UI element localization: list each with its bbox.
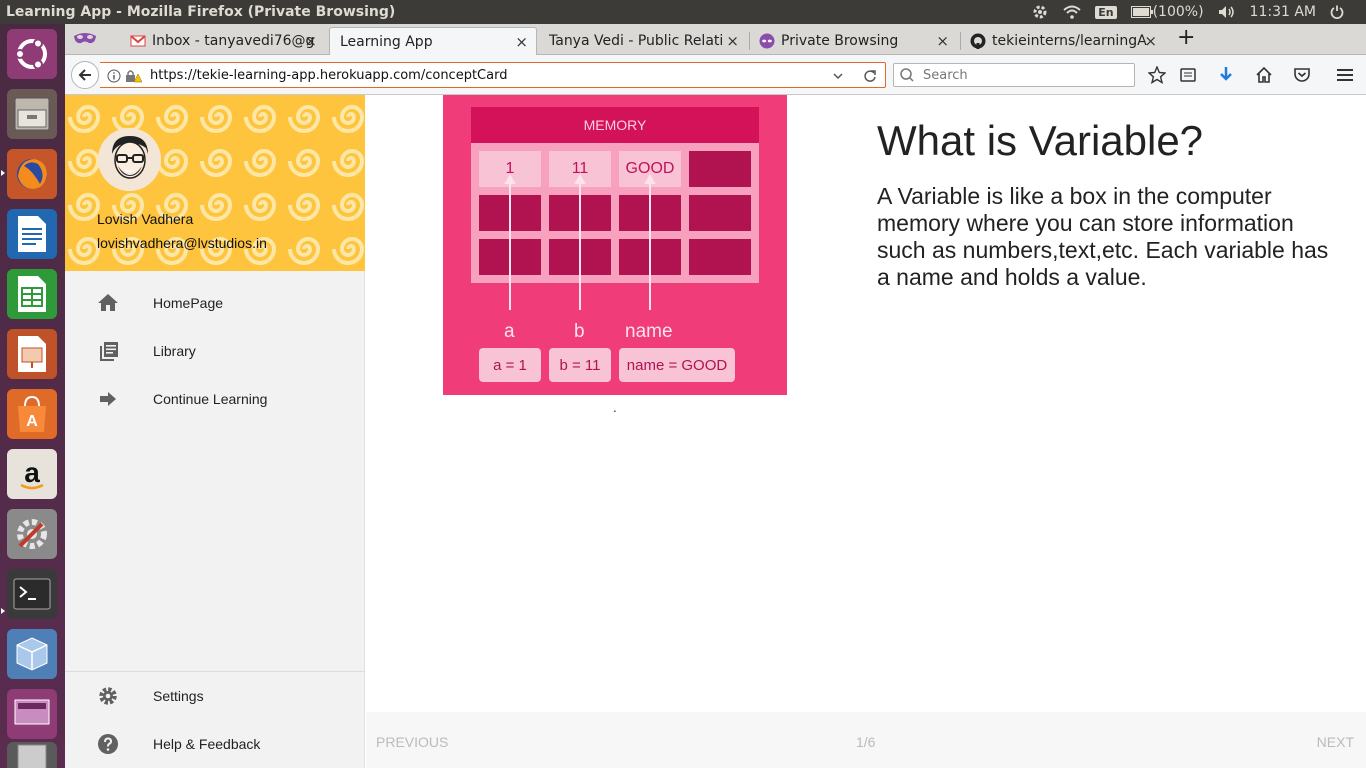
files-icon[interactable] — [7, 89, 57, 139]
reload-icon[interactable] — [863, 68, 877, 87]
firefox-icon[interactable] — [7, 149, 57, 199]
download-icon[interactable] — [1217, 66, 1235, 88]
software-center-icon[interactable]: A — [7, 389, 57, 439]
chevron-down-icon[interactable] — [831, 68, 845, 87]
tab-inbox[interactable]: Inbox - tanyavedi76@g × — [120, 27, 325, 55]
insecure-lock-icon[interactable] — [124, 68, 143, 87]
search-icon — [900, 68, 914, 82]
settings-tray-icon[interactable] — [1031, 3, 1049, 21]
system-settings-icon[interactable] — [7, 509, 57, 559]
user-email: lovishvadhera@lvstudios.in — [97, 235, 267, 251]
battery-indicator[interactable]: (100%) — [1130, 4, 1204, 20]
back-arrow-icon — [78, 69, 91, 81]
info-icon[interactable] — [107, 68, 121, 87]
next-button[interactable]: NEXT — [1317, 734, 1354, 750]
library-icon — [98, 341, 118, 365]
writer-icon[interactable] — [7, 209, 57, 259]
tab-close-button[interactable]: × — [515, 33, 528, 51]
assignment-chip-b: b = 11 — [549, 348, 611, 382]
private-mask-icon — [759, 33, 775, 49]
page-indicator: 1/6 — [856, 734, 876, 750]
clock[interactable]: 11:31 AM — [1250, 4, 1316, 20]
home-button-icon[interactable] — [1255, 66, 1273, 88]
drawer-header: Lovish Vadhera lovishvadhera@lvstudios.i… — [65, 95, 365, 271]
arrow-right-icon — [98, 389, 118, 413]
reading-list-icon[interactable] — [1179, 66, 1197, 88]
search-box[interactable]: Search — [893, 63, 1135, 87]
svg-text:A: A — [26, 413, 38, 430]
pocket-icon[interactable] — [1293, 66, 1311, 88]
battery-percent: (100%) — [1152, 4, 1204, 20]
top-panel: Learning App - Mozilla Firefox (Private … — [0, 0, 1366, 24]
learning-app: Lovish Vadhera lovishvadhera@lvstudios.i… — [65, 95, 1366, 768]
previous-button[interactable]: PREVIOUS — [376, 734, 448, 750]
keyboard-layout-indicator[interactable]: En — [1095, 5, 1117, 19]
user-name: Lovish Vadhera — [97, 211, 194, 227]
window-title: Learning App - Mozilla Firefox (Private … — [6, 4, 396, 20]
wifi-icon[interactable] — [1063, 5, 1081, 19]
menu-item-help-feedback[interactable]: Help & Feedback — [65, 720, 365, 768]
variable-name-b: b — [574, 321, 585, 342]
tab-close-button[interactable]: × — [1144, 32, 1157, 50]
assignment-chip-name: name = GOOD — [619, 348, 735, 382]
tab-github[interactable]: tekieinterns/learningA × — [960, 27, 1165, 55]
new-tab-button[interactable]: + — [1177, 25, 1195, 50]
variable-name-a: a — [504, 321, 515, 342]
private-browsing-icon — [73, 30, 97, 50]
battery-icon — [1130, 6, 1153, 18]
menu-item-settings[interactable]: Settings — [65, 672, 365, 720]
concept-description: A Variable is like a box in the computer… — [877, 183, 1329, 290]
url-bar[interactable]: https://tekie-learning-app.herokuapp.com… — [100, 62, 886, 88]
nav-bar: https://tekie-learning-app.herokuapp.com… — [65, 55, 1366, 95]
concept-title: What is Variable? — [877, 117, 1204, 164]
tab-close-button[interactable]: × — [936, 32, 949, 50]
workspace-switcher-icon[interactable] — [7, 689, 57, 739]
svg-text:a: a — [24, 457, 40, 488]
volume-icon[interactable] — [1218, 5, 1236, 19]
navigation-drawer: Lovish Vadhera lovishvadhera@lvstudios.i… — [65, 95, 365, 768]
system-tray: En (100%) 11:31 AM — [1031, 0, 1366, 24]
impress-icon[interactable] — [7, 329, 57, 379]
bookmark-star-icon[interactable] — [1147, 65, 1167, 88]
memory-illustration: MEMORY 1 11 GOOD a b name a = 1 b = 11 n… — [443, 95, 787, 395]
tab-bar: Inbox - tanyavedi76@g × Learning App × T… — [65, 24, 1366, 55]
tab-close-button[interactable]: × — [726, 32, 739, 50]
power-icon[interactable] — [1330, 5, 1344, 19]
tab-close-button[interactable]: × — [304, 32, 317, 50]
variable-name-name: name — [625, 321, 673, 342]
tab-learning-app[interactable]: Learning App × — [329, 27, 537, 55]
calc-icon[interactable] — [7, 269, 57, 319]
menu-item-homepage[interactable]: HomePage — [65, 279, 365, 327]
amazon-icon[interactable]: a — [7, 449, 57, 499]
menu-item-library[interactable]: Library — [65, 327, 365, 375]
virtualbox-icon[interactable] — [7, 629, 57, 679]
gear-icon — [98, 686, 118, 710]
ubuntu-dash-icon[interactable] — [7, 29, 57, 79]
pager-footer: PREVIOUS 1/6 NEXT — [366, 712, 1366, 768]
tab-tanya-vedi[interactable]: Tanya Vedi - Public Relatio × — [539, 27, 747, 55]
image-caption: . — [613, 401, 617, 415]
tab-private-browsing[interactable]: Private Browsing × — [749, 27, 957, 55]
github-icon — [970, 33, 986, 49]
home-icon — [98, 293, 118, 317]
trash-icon[interactable] — [7, 742, 57, 768]
assignment-chip-a: a = 1 — [479, 348, 541, 382]
launcher: A a — [0, 24, 65, 768]
avatar[interactable] — [98, 128, 161, 191]
search-placeholder: Search — [923, 67, 968, 83]
help-icon — [98, 734, 118, 758]
back-button[interactable] — [71, 61, 99, 89]
gmail-icon — [130, 35, 146, 47]
hamburger-menu-icon[interactable] — [1336, 66, 1354, 88]
terminal-icon[interactable] — [7, 569, 57, 619]
url-text[interactable]: https://tekie-learning-app.herokuapp.com… — [150, 68, 507, 83]
menu-item-continue-learning[interactable]: Continue Learning — [65, 375, 365, 423]
